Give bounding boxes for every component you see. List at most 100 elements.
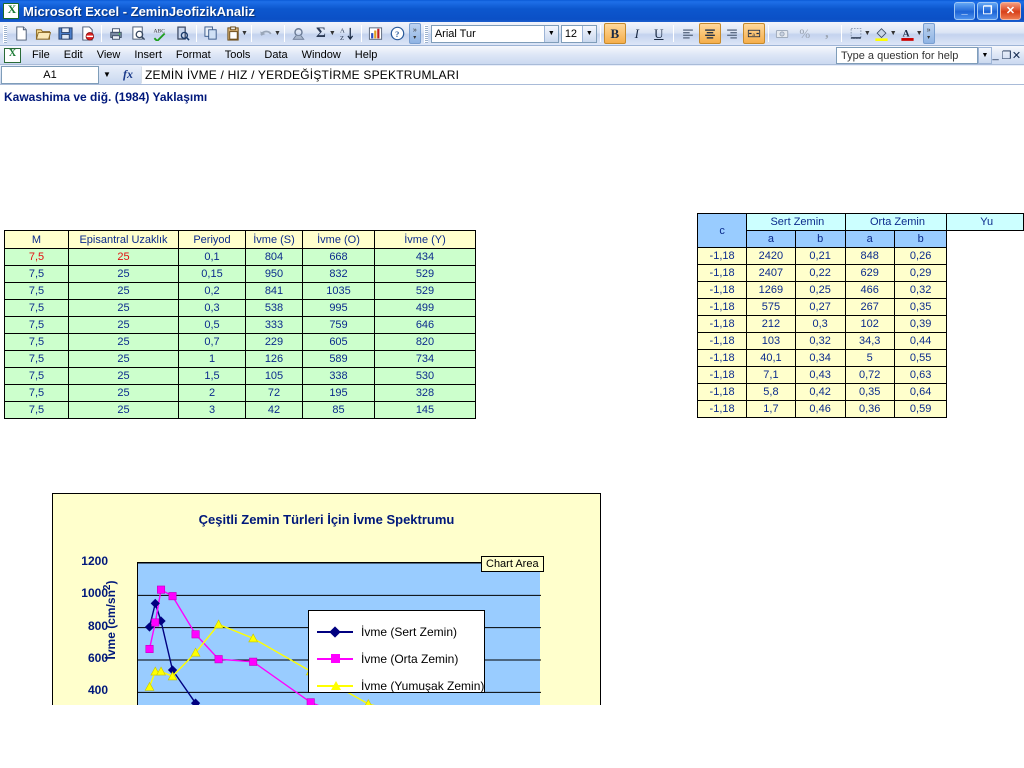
cell[interactable]: 466 bbox=[844, 281, 895, 299]
cell[interactable]: 1035 bbox=[302, 282, 375, 300]
menu-item-file[interactable]: File bbox=[25, 48, 57, 62]
percent-button[interactable]: % bbox=[794, 23, 816, 44]
toolbar-grip-formatting[interactable] bbox=[423, 24, 428, 43]
cell[interactable]: -1,18 bbox=[696, 349, 748, 367]
cell[interactable]: 0,44 bbox=[893, 332, 948, 350]
cell[interactable]: 538 bbox=[245, 299, 303, 317]
cell[interactable]: -1,18 bbox=[696, 281, 748, 299]
print-icon[interactable] bbox=[105, 23, 127, 44]
print-preview-icon[interactable] bbox=[127, 23, 149, 44]
chart-legend[interactable]: İvme (Sert Zemin) İvme (Orta Zemin) İvme (… bbox=[308, 610, 485, 693]
cell[interactable]: 5 bbox=[844, 349, 895, 367]
comma-style-button[interactable]: , bbox=[816, 23, 838, 44]
restore-button[interactable]: ❐ bbox=[977, 2, 998, 20]
cell[interactable]: 328 bbox=[374, 384, 476, 402]
cell[interactable]: -1,18 bbox=[696, 298, 748, 316]
cell[interactable]: 1269 bbox=[746, 281, 796, 299]
cell[interactable]: -1,18 bbox=[696, 247, 748, 265]
undo-icon[interactable] bbox=[255, 23, 277, 44]
help-icon[interactable]: ? bbox=[387, 23, 409, 44]
cell[interactable]: 7,5 bbox=[4, 299, 69, 317]
cell[interactable]: 0,32 bbox=[794, 332, 846, 350]
cell[interactable]: 72 bbox=[245, 384, 303, 402]
cell[interactable]: 25 bbox=[68, 316, 179, 334]
cell[interactable]: 0,3 bbox=[178, 299, 246, 317]
legend-item[interactable]: İvme (Orta Zemin) bbox=[317, 652, 458, 666]
cell[interactable]: 0,42 bbox=[794, 383, 846, 401]
research-icon[interactable] bbox=[171, 23, 193, 44]
cell[interactable]: 195 bbox=[302, 384, 375, 402]
cell[interactable]: 0,39 bbox=[893, 315, 948, 333]
save-icon[interactable] bbox=[54, 23, 76, 44]
cell[interactable]: -1,18 bbox=[696, 315, 748, 333]
bold-button[interactable]: B bbox=[603, 23, 626, 44]
cell[interactable]: 2420 bbox=[746, 247, 796, 265]
cell[interactable]: 0,63 bbox=[893, 366, 948, 384]
cell[interactable]: 7,5 bbox=[4, 316, 69, 334]
cell[interactable]: 0,35 bbox=[893, 298, 948, 316]
cell[interactable]: 0,27 bbox=[794, 298, 846, 316]
cell[interactable]: 0,64 bbox=[893, 383, 948, 401]
cell[interactable]: 212 bbox=[746, 315, 796, 333]
cell[interactable]: -1,18 bbox=[696, 400, 748, 418]
cell[interactable]: 529 bbox=[374, 282, 476, 300]
cell[interactable]: 0,22 bbox=[794, 264, 846, 282]
cell[interactable]: 0,2 bbox=[178, 282, 246, 300]
cell[interactable]: 499 bbox=[374, 299, 476, 317]
cell[interactable]: 25 bbox=[68, 384, 179, 402]
cell[interactable]: 995 bbox=[302, 299, 375, 317]
spelling-icon[interactable]: ABC bbox=[149, 23, 171, 44]
cell[interactable]: 25 bbox=[68, 265, 179, 283]
cell[interactable]: 0,7 bbox=[178, 333, 246, 351]
cell[interactable]: 25 bbox=[68, 367, 179, 385]
document-close-button[interactable]: ✕ bbox=[1010, 48, 1023, 62]
cell[interactable]: 605 bbox=[302, 333, 375, 351]
menu-item-help[interactable]: Help bbox=[348, 48, 385, 62]
name-box[interactable]: A1 bbox=[1, 65, 99, 84]
menu-item-format[interactable]: Format bbox=[169, 48, 218, 62]
cell[interactable]: 820 bbox=[374, 333, 476, 351]
cell[interactable]: 0,55 bbox=[893, 349, 948, 367]
cell[interactable]: 668 bbox=[302, 248, 375, 266]
cell[interactable]: 25 bbox=[68, 401, 179, 419]
cell[interactable]: 0,26 bbox=[893, 247, 948, 265]
fill-color-dropdown-icon[interactable]: ▼ bbox=[890, 30, 897, 37]
cell[interactable]: 759 bbox=[302, 316, 375, 334]
cell[interactable]: 529 bbox=[374, 265, 476, 283]
cell[interactable]: 804 bbox=[245, 248, 303, 266]
cell[interactable]: 0,25 bbox=[794, 281, 846, 299]
cell[interactable]: 0,32 bbox=[893, 281, 948, 299]
menu-item-insert[interactable]: Insert bbox=[127, 48, 169, 62]
paste-icon[interactable] bbox=[222, 23, 244, 44]
cell[interactable]: 5,8 bbox=[746, 383, 796, 401]
cell[interactable]: 103 bbox=[746, 332, 796, 350]
cell[interactable]: -1,18 bbox=[696, 383, 748, 401]
menu-item-window[interactable]: Window bbox=[295, 48, 348, 62]
cell[interactable]: 0,29 bbox=[893, 264, 948, 282]
cell[interactable]: -1,18 bbox=[696, 366, 748, 384]
underline-button[interactable]: U bbox=[648, 23, 670, 44]
cell[interactable]: 0,46 bbox=[794, 400, 846, 418]
merge-and-center-button[interactable]: a bbox=[742, 23, 765, 44]
cell[interactable]: -1,18 bbox=[696, 332, 748, 350]
font-size-dropdown-icon[interactable]: ▼ bbox=[581, 25, 596, 42]
worksheet-area[interactable]: Kawashima ve diğ. (1984) Yaklaşımı M Epi… bbox=[0, 85, 1024, 705]
cell[interactable]: 7,5 bbox=[4, 265, 69, 283]
cell[interactable]: 0,36 bbox=[844, 400, 895, 418]
cell[interactable]: 0,15 bbox=[178, 265, 246, 283]
cell[interactable]: 2 bbox=[178, 384, 246, 402]
font-size-combo[interactable]: 12 ▼ bbox=[560, 24, 597, 43]
cell[interactable]: 848 bbox=[844, 247, 895, 265]
cell[interactable]: 0,72 bbox=[844, 366, 895, 384]
cell[interactable]: 0,59 bbox=[893, 400, 948, 418]
new-icon[interactable] bbox=[10, 23, 32, 44]
cell[interactable]: 267 bbox=[844, 298, 895, 316]
font-color-dropdown-icon[interactable]: ▼ bbox=[916, 30, 923, 37]
cell[interactable]: 105 bbox=[245, 367, 303, 385]
cell[interactable]: 7,5 bbox=[4, 401, 69, 419]
legend-item[interactable]: İvme (Yumuşak Zemin) bbox=[317, 679, 484, 693]
copy-icon[interactable] bbox=[200, 23, 222, 44]
cell[interactable]: 25 bbox=[68, 248, 179, 266]
font-name-dropdown-icon[interactable]: ▼ bbox=[543, 25, 558, 42]
align-right-button[interactable] bbox=[721, 23, 743, 44]
